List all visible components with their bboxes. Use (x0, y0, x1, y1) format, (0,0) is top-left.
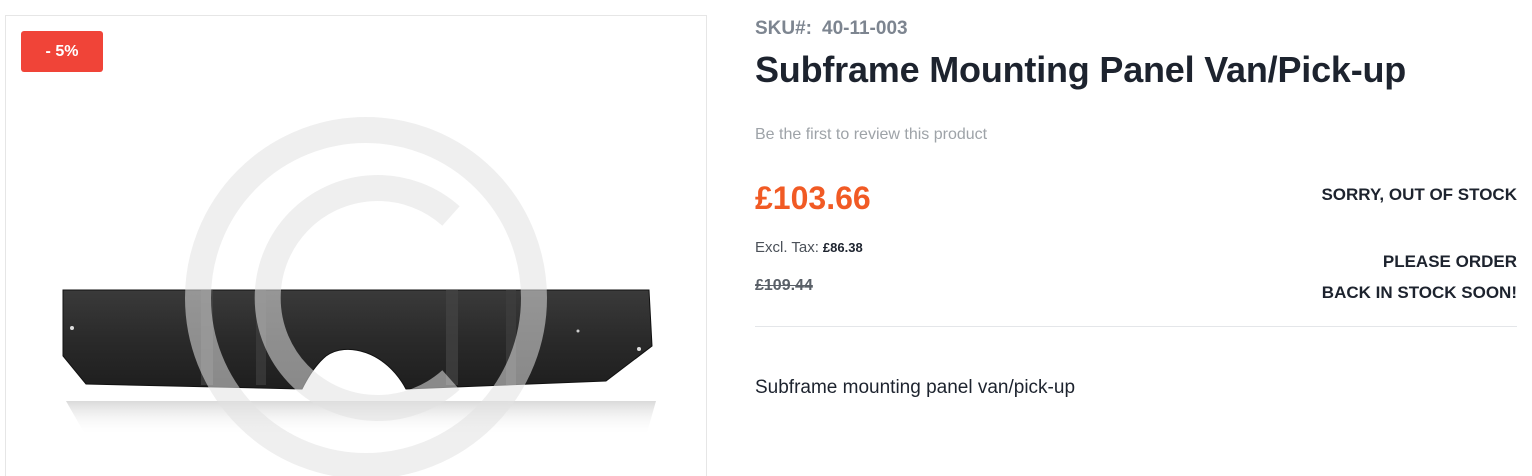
excl-tax-value: £86.38 (822, 240, 863, 255)
sku-label: SKU#: (755, 18, 813, 39)
stock-status: SORRY, OUT OF STOCK (1321, 185, 1517, 204)
excl-tax-label: Excl. Tax: (755, 239, 819, 256)
stock-note: PLEASE ORDER BACK IN STOCK SOON! (1322, 246, 1517, 308)
divider (755, 326, 1517, 327)
product-title: Subframe Mounting Panel Van/Pick-up (755, 49, 1407, 90)
review-link[interactable]: Be the first to review this product (755, 126, 987, 144)
product-description: Subframe mounting panel van/pick-up (755, 377, 1076, 398)
discount-badge: - 5% (21, 31, 103, 72)
sku-value: 40-11-003 (822, 18, 908, 39)
price: £103.66 (755, 180, 871, 216)
product-image[interactable] (6, 16, 706, 476)
old-price: £109.44 (755, 277, 813, 294)
product-info: SKU#: 40-11-003 Subframe Mounting Panel V… (755, 0, 1517, 459)
stock-note-line1: PLEASE ORDER (1382, 252, 1517, 271)
product-gallery[interactable]: - 5% (5, 15, 707, 476)
excl-tax: Excl. Tax: £86.38 (755, 239, 863, 256)
sku: SKU#: 40-11-003 (755, 18, 908, 40)
stock-note-line2: BACK IN STOCK SOON! (1321, 283, 1517, 302)
